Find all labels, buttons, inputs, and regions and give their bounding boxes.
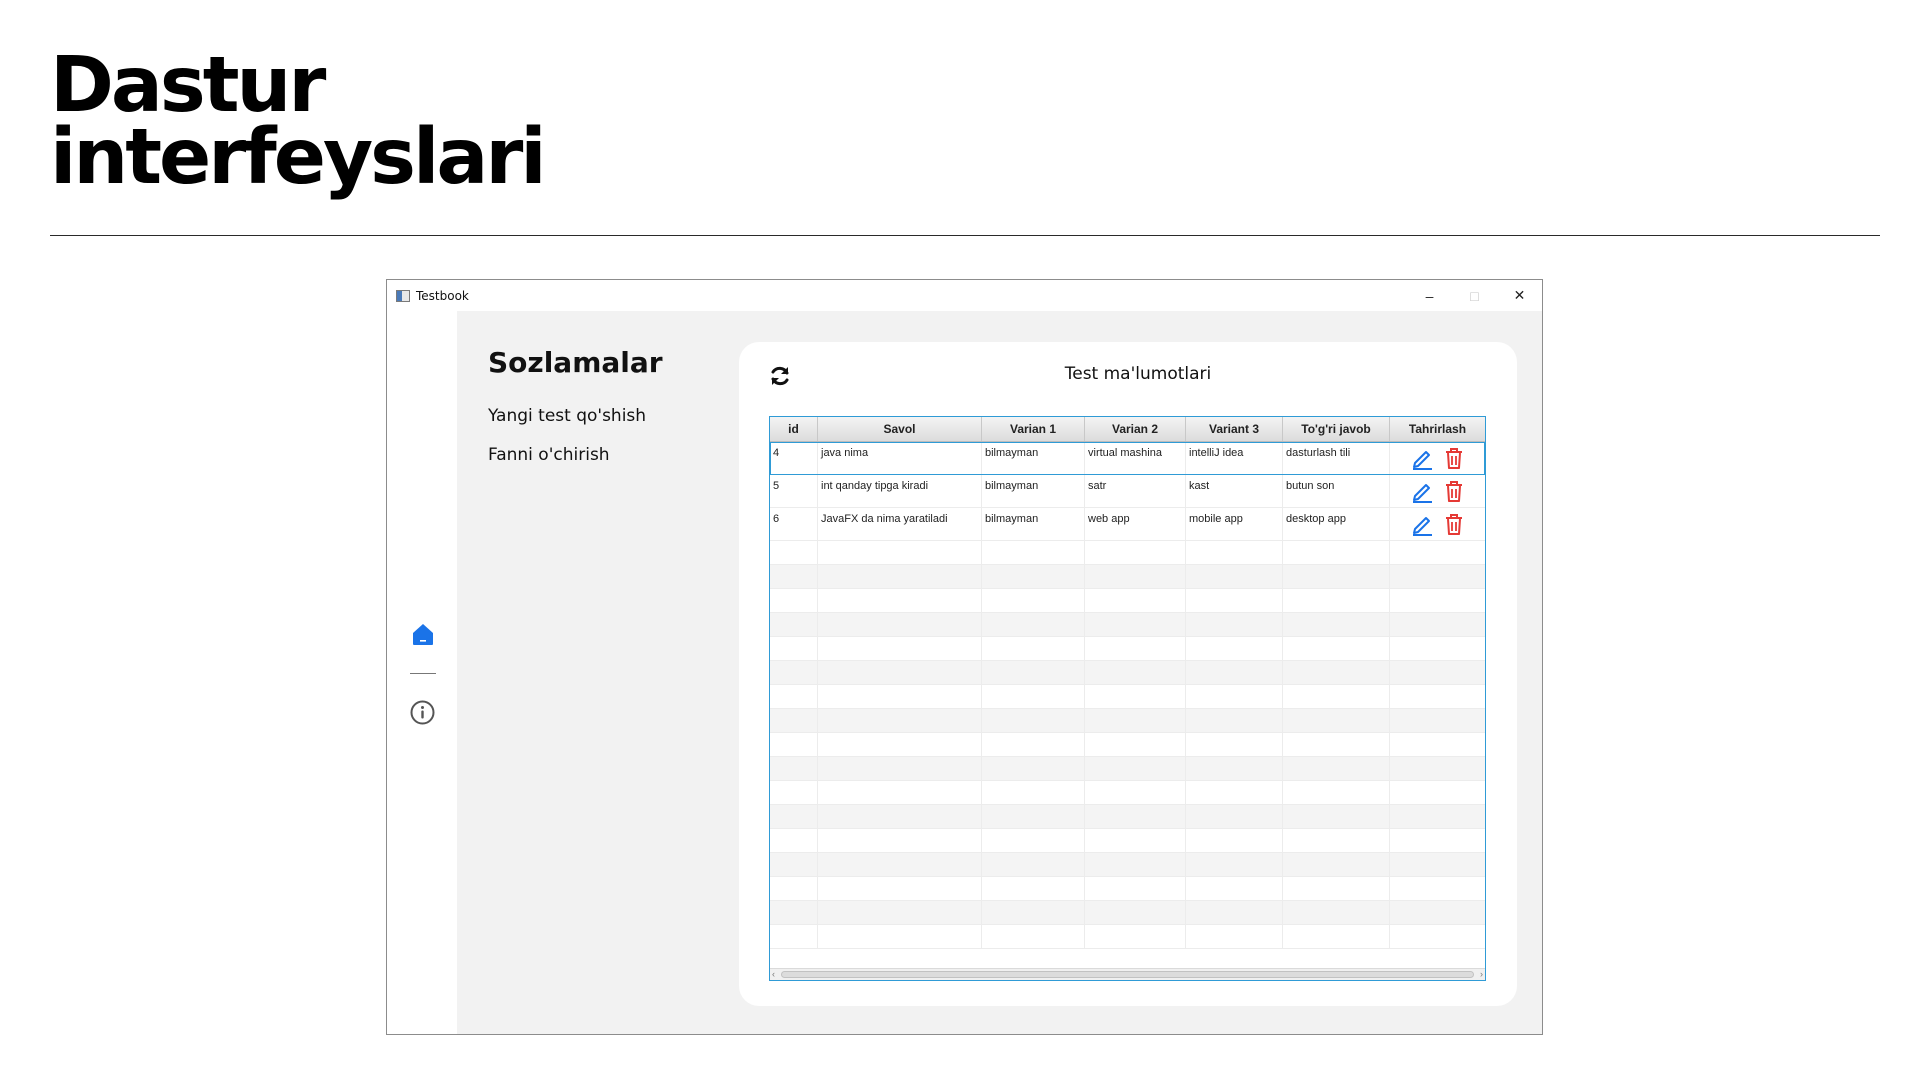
empty-row <box>770 757 1485 781</box>
empty-row <box>770 589 1485 613</box>
nav-sidebar <box>387 311 457 1034</box>
test-data-card: Test ma'lumotlari id Savol Varian 1 Vari… <box>739 342 1517 1006</box>
cell-id: 6 <box>770 508 818 540</box>
cell-varian-2: virtual mashina <box>1085 442 1186 474</box>
cell-togri-javob: dasturlash tili <box>1283 442 1390 474</box>
empty-row <box>770 661 1485 685</box>
cell-variant-3: mobile app <box>1186 508 1283 540</box>
cell-savol: int qanday tipga kiradi <box>818 475 982 507</box>
cell-togri-javob: butun son <box>1283 475 1390 507</box>
edit-icon[interactable] <box>1410 512 1434 536</box>
empty-row <box>770 733 1485 757</box>
horizontal-scrollbar[interactable]: ‹ › <box>770 968 1485 980</box>
empty-row <box>770 877 1485 901</box>
window-titlebar[interactable]: Testbook – □ ✕ <box>387 280 1542 311</box>
trash-icon[interactable] <box>1442 479 1466 503</box>
scrollbar-thumb[interactable] <box>781 971 1474 978</box>
slide-title-line-1: Dastur <box>50 41 326 130</box>
minimize-button[interactable]: – <box>1407 280 1452 311</box>
empty-row <box>770 781 1485 805</box>
cell-id: 5 <box>770 475 818 507</box>
cell-varian-1: bilmayman <box>982 442 1085 474</box>
card-title: Test ma'lumotlari <box>1064 364 1212 384</box>
column-header-varian-1[interactable]: Varian 1 <box>982 417 1085 441</box>
empty-row <box>770 565 1485 589</box>
empty-row <box>770 613 1485 637</box>
empty-row <box>770 925 1485 949</box>
cell-varian-2: web app <box>1085 508 1186 540</box>
column-header-varian-2[interactable]: Varian 2 <box>1085 417 1186 441</box>
cell-savol: JavaFX da nima yaratiladi <box>818 508 982 540</box>
cell-actions <box>1390 442 1485 474</box>
cell-savol: java nima <box>818 442 982 474</box>
column-header-tahrirlash[interactable]: Tahrirlash <box>1390 417 1485 441</box>
slide-divider <box>50 235 1880 236</box>
slide-title: Dastur interfeyslari <box>50 41 547 202</box>
table-row[interactable]: 6 JavaFX da nima yaratiladi bilmayman we… <box>770 508 1485 541</box>
cell-actions <box>1390 475 1485 507</box>
empty-row <box>770 853 1485 877</box>
empty-row <box>770 829 1485 853</box>
trash-icon[interactable] <box>1442 446 1466 470</box>
add-test-link[interactable]: Yangi test qo'shish <box>488 406 646 426</box>
slide-title-line-2: interfeyslari <box>50 113 547 202</box>
empty-row <box>770 541 1485 565</box>
empty-row <box>770 805 1485 829</box>
column-header-id[interactable]: id <box>770 417 818 441</box>
info-icon[interactable] <box>409 699 436 726</box>
maximize-button[interactable]: □ <box>1452 280 1497 311</box>
cell-varian-2: satr <box>1085 475 1186 507</box>
cell-varian-1: bilmayman <box>982 475 1085 507</box>
home-icon[interactable] <box>410 622 436 646</box>
empty-row <box>770 685 1485 709</box>
close-button[interactable]: ✕ <box>1497 280 1542 311</box>
app-icon <box>396 289 410 302</box>
settings-title: Sozlamalar <box>488 346 663 379</box>
trash-icon[interactable] <box>1442 512 1466 536</box>
cell-id: 4 <box>770 442 818 474</box>
table-row[interactable]: 5 int qanday tipga kiradi bilmayman satr… <box>770 475 1485 508</box>
scroll-right-icon[interactable]: › <box>1480 969 1483 980</box>
empty-rows <box>770 541 1485 949</box>
scroll-left-icon[interactable]: ‹ <box>772 969 775 980</box>
window-controls: – □ ✕ <box>1407 280 1542 311</box>
app-window: Testbook – □ ✕ Sozlamalar Yangi test qo'… <box>386 279 1543 1035</box>
cell-varian-1: bilmayman <box>982 508 1085 540</box>
empty-row <box>770 637 1485 661</box>
cell-actions <box>1390 508 1485 540</box>
table-header: id Savol Varian 1 Varian 2 Variant 3 To'… <box>770 417 1485 442</box>
column-header-togri-javob[interactable]: To'g'ri javob <box>1283 417 1390 441</box>
delete-subject-link[interactable]: Fanni o'chirish <box>488 445 610 465</box>
column-header-savol[interactable]: Savol <box>818 417 982 441</box>
cell-variant-3: intelliJ idea <box>1186 442 1283 474</box>
empty-row <box>770 709 1485 733</box>
window-title: Testbook <box>416 288 469 303</box>
empty-row <box>770 901 1485 925</box>
edit-icon[interactable] <box>1410 479 1434 503</box>
table-row[interactable]: 4 java nima bilmayman virtual mashina in… <box>770 442 1485 475</box>
nav-separator <box>410 673 436 674</box>
edit-icon[interactable] <box>1410 446 1434 470</box>
cell-variant-3: kast <box>1186 475 1283 507</box>
column-header-variant-3[interactable]: Variant 3 <box>1186 417 1283 441</box>
cell-togri-javob: desktop app <box>1283 508 1390 540</box>
slide: Dastur interfeyslari Testbook – □ ✕ Sozl… <box>0 0 1920 1080</box>
test-table: id Savol Varian 1 Varian 2 Variant 3 To'… <box>769 416 1486 981</box>
